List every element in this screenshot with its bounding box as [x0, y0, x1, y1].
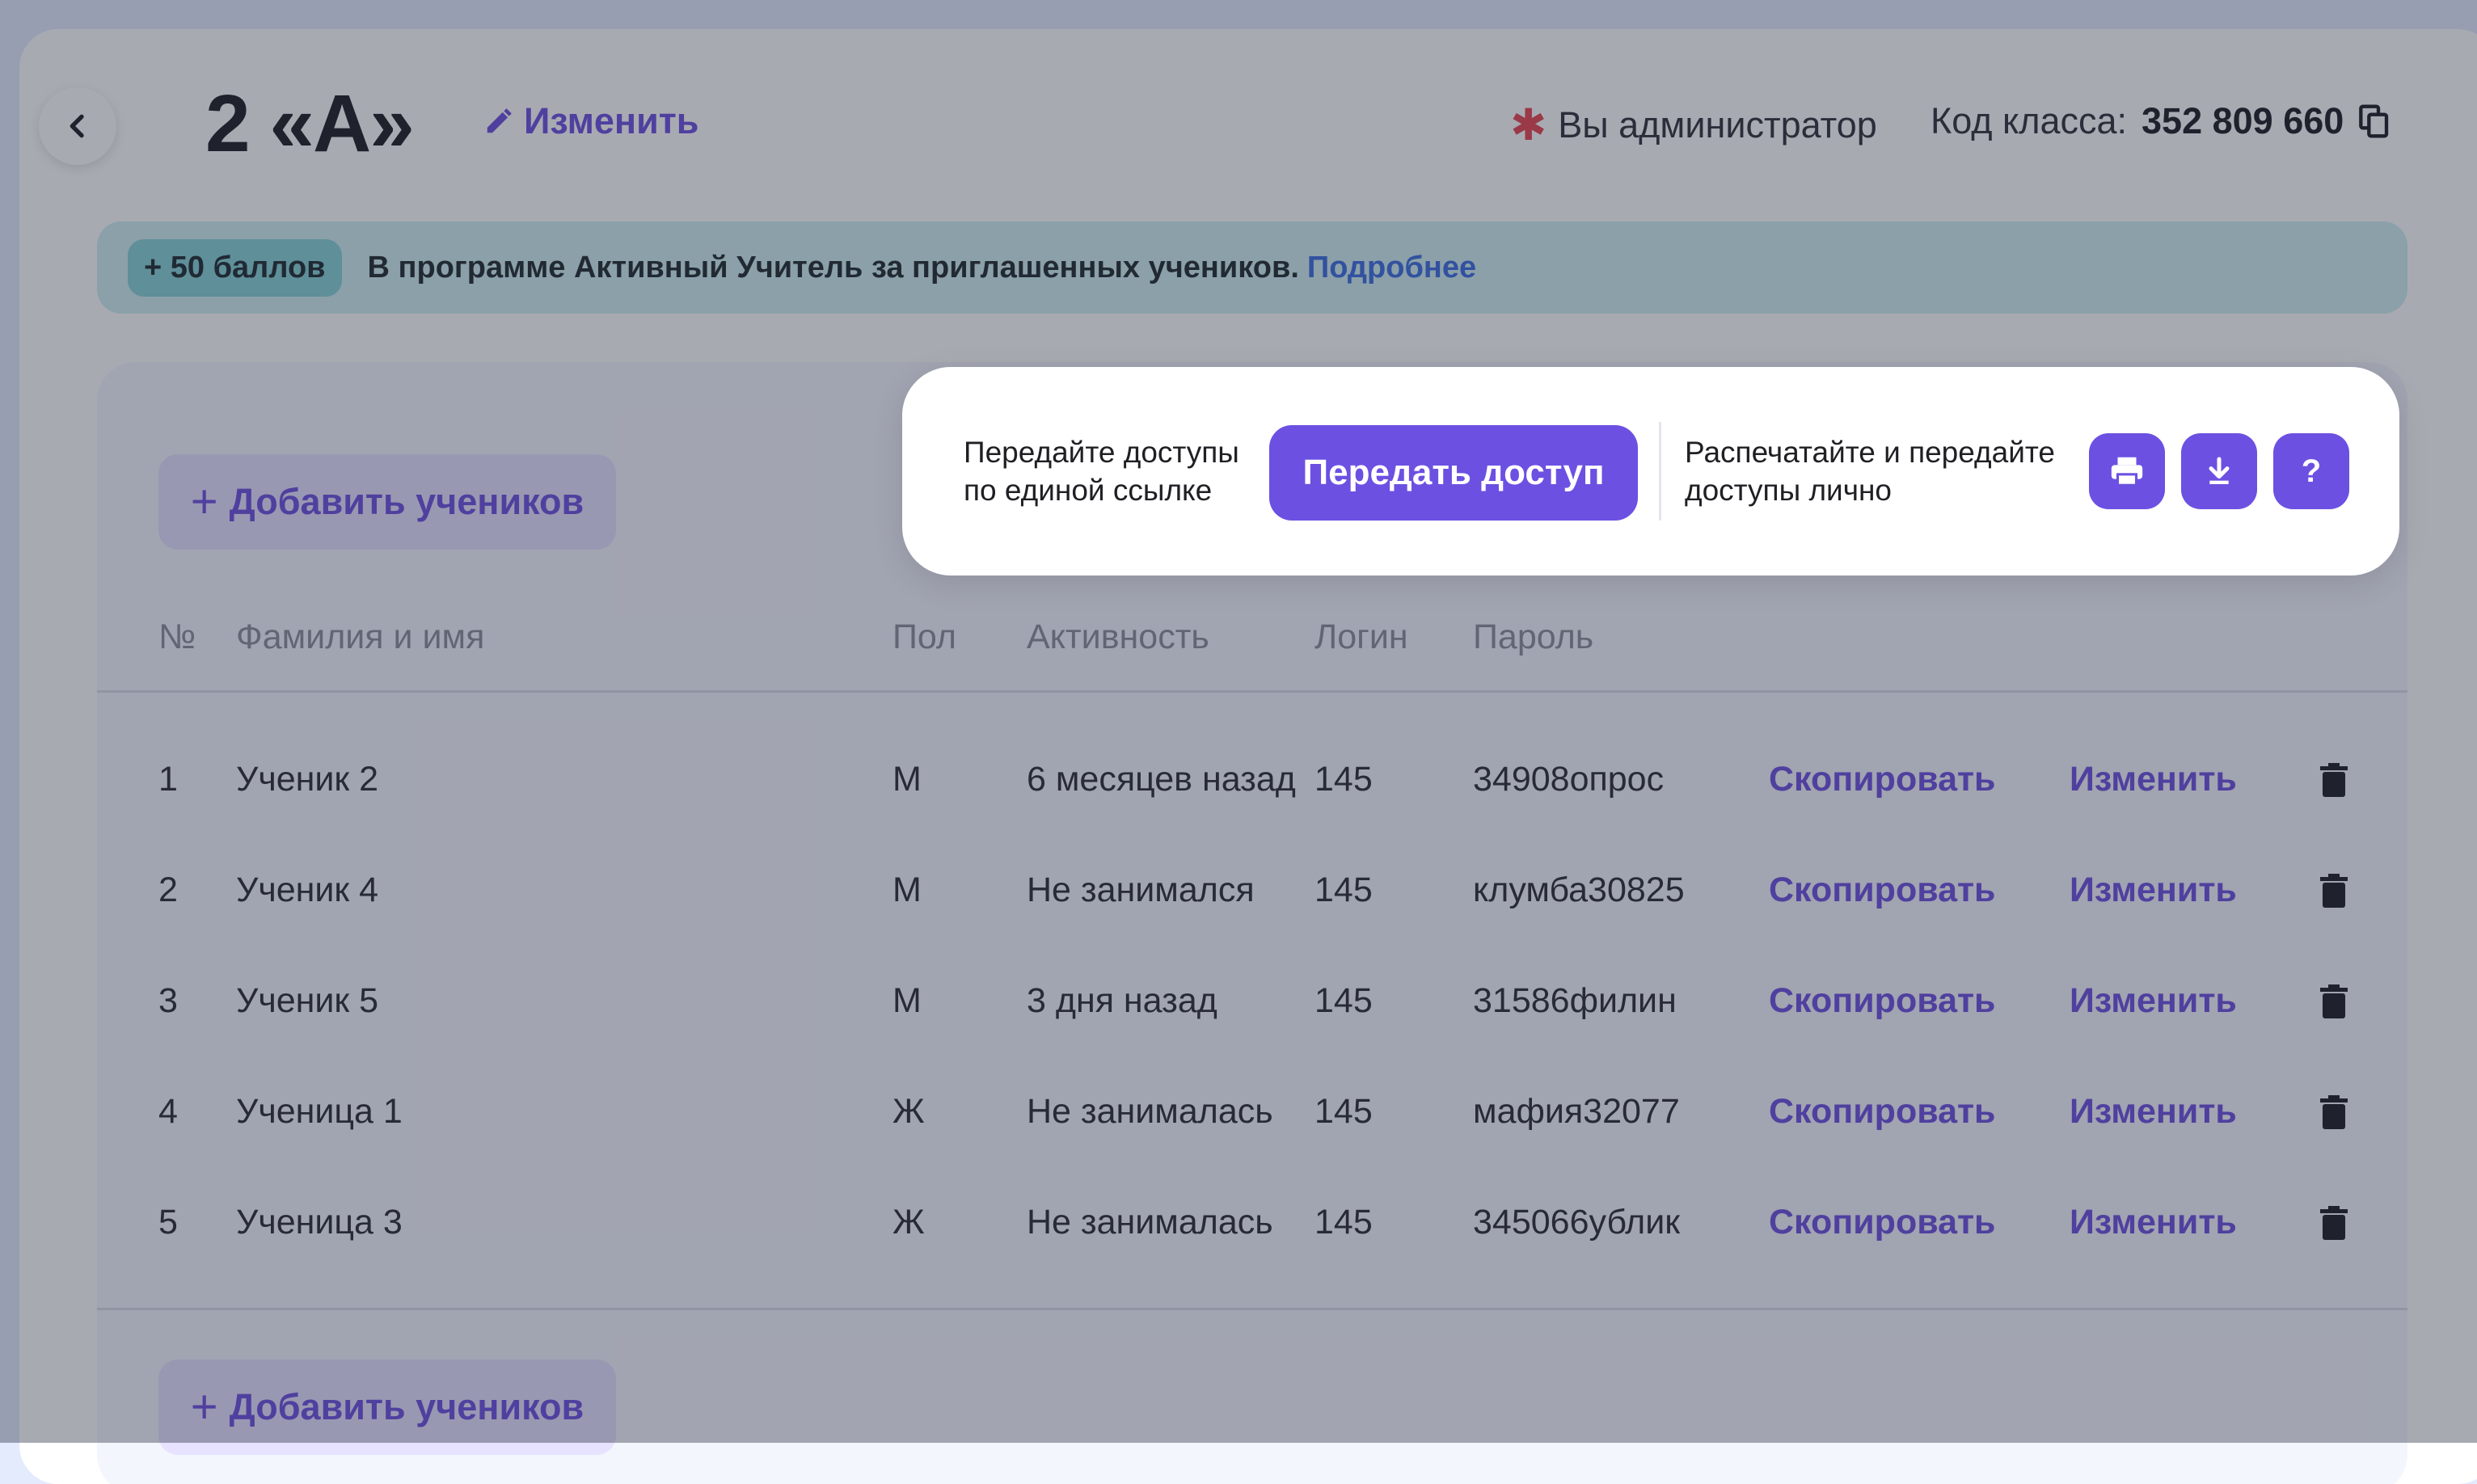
share-link-hint: Передайте доступы по единой ссылке	[964, 433, 1239, 509]
share-access-button[interactable]: Передать доступ	[1269, 425, 1638, 521]
download-button[interactable]	[2181, 433, 2257, 509]
download-icon	[2209, 457, 2230, 484]
popup-divider	[1659, 422, 1661, 521]
print-hint-line-1: Распечатайте и передайте	[1685, 436, 2055, 469]
printer-icon	[2111, 457, 2143, 487]
share-hint-line-2: по единой ссылке	[964, 474, 1213, 507]
share-access-popup: Передайте доступы по единой ссылке Перед…	[902, 367, 2399, 575]
share-hint-line-1: Передайте доступы	[964, 436, 1239, 469]
help-button[interactable]: ?	[2273, 433, 2349, 509]
modal-backdrop[interactable]	[0, 0, 2477, 1443]
print-hint-line-2: доступы лично	[1685, 474, 1892, 507]
print-hint: Распечатайте и передайте доступы лично	[1685, 433, 2055, 509]
help-label: ?	[2301, 453, 2322, 489]
print-button[interactable]	[2089, 433, 2165, 509]
